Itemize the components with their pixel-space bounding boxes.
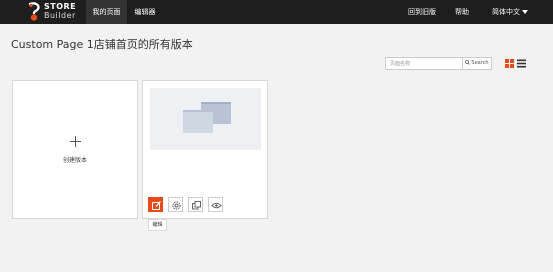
page-title: Custom Page 1店铺首页的所有版本 bbox=[11, 38, 193, 51]
back-to-old-version-link[interactable]: 回到旧版 bbox=[408, 0, 436, 24]
plus-icon bbox=[70, 136, 81, 147]
store-builder-logo[interactable]: STORE Builder bbox=[26, 2, 86, 22]
chevron-down-icon bbox=[522, 10, 528, 14]
nav-my-pages[interactable]: 我的页面 bbox=[86, 0, 127, 24]
preview-button[interactable] bbox=[208, 197, 223, 212]
logo-text-builder: Builder bbox=[44, 11, 76, 20]
search-box: Search bbox=[385, 57, 492, 70]
version-thumbnail[interactable] bbox=[150, 88, 261, 150]
search-input[interactable] bbox=[386, 58, 462, 69]
edit-icon bbox=[152, 201, 161, 210]
create-version-card[interactable]: 创建版本 bbox=[12, 80, 138, 219]
logo-mark-icon bbox=[28, 2, 40, 21]
language-selector[interactable]: 简体中文 bbox=[492, 0, 528, 24]
list-view-icon[interactable] bbox=[517, 59, 526, 68]
grid-view-icon[interactable] bbox=[505, 59, 514, 68]
search-button[interactable]: Search bbox=[462, 58, 491, 69]
nav-editor[interactable]: 编辑器 bbox=[128, 0, 162, 24]
search-button-label: Search bbox=[471, 60, 489, 66]
create-version-label: 创建版本 bbox=[62, 157, 87, 164]
search-icon bbox=[465, 60, 471, 65]
language-label: 简体中文 bbox=[492, 8, 520, 16]
eye-icon bbox=[211, 202, 222, 209]
help-link[interactable]: 帮助 bbox=[455, 0, 469, 24]
top-navigation-bar: STORE Builder 我的页面 编辑器 回到旧版 帮助 简体中文 bbox=[0, 0, 553, 24]
copy-icon bbox=[192, 201, 201, 210]
settings-button[interactable] bbox=[168, 197, 183, 212]
gear-icon bbox=[172, 201, 181, 210]
edit-tooltip: 编辑 bbox=[148, 219, 167, 231]
thumbnail-page-front bbox=[183, 110, 213, 133]
version-card bbox=[142, 80, 268, 219]
edit-button[interactable] bbox=[148, 197, 163, 212]
copy-button[interactable] bbox=[188, 197, 203, 212]
